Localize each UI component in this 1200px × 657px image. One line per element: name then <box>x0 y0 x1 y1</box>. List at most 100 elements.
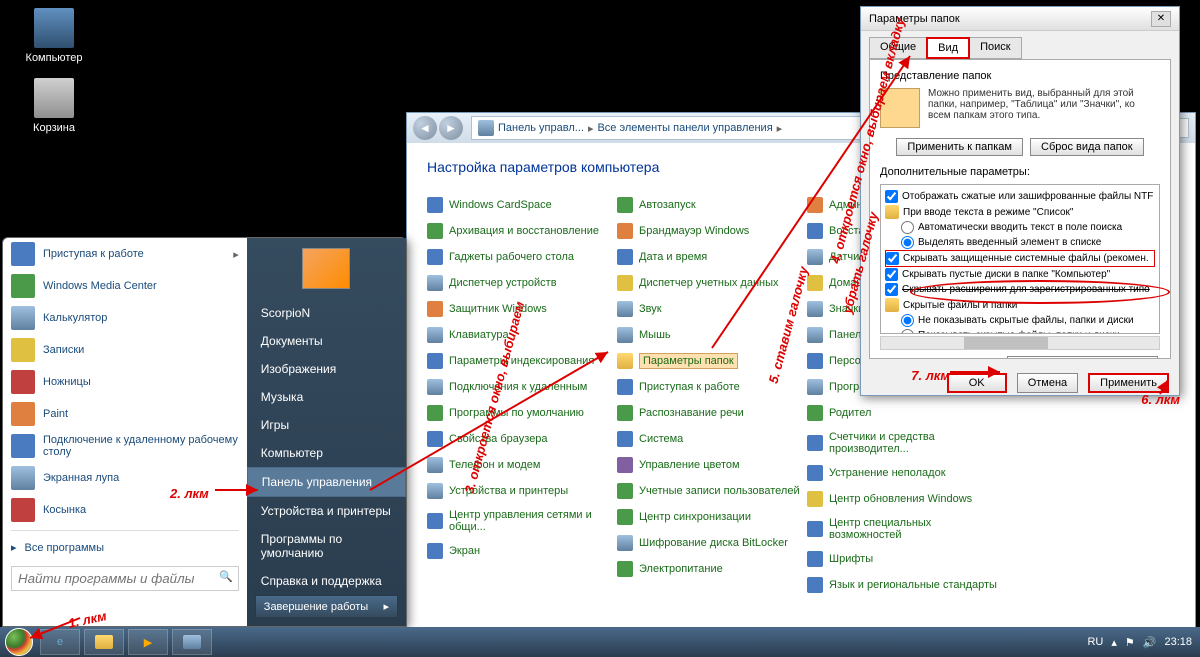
cp-item[interactable]: Телефон и модем <box>427 455 617 475</box>
tree-item[interactable]: При вводе текста в режиме "Список" <box>885 204 1155 220</box>
cp-item[interactable]: Система <box>617 429 807 449</box>
cp-item[interactable]: Клавиатура <box>427 325 617 345</box>
cp-item[interactable]: Центр управления сетями и общи... <box>427 507 617 535</box>
radio[interactable] <box>901 236 914 249</box>
apply-button[interactable]: Применить <box>1088 373 1169 393</box>
cp-item[interactable]: Шифрование диска BitLocker <box>617 533 807 553</box>
checkbox[interactable] <box>885 268 898 281</box>
cp-item[interactable]: Устранение неполадок <box>807 463 997 483</box>
advanced-settings-tree[interactable]: Отображать сжатые или зашифрованные файл… <box>880 184 1160 334</box>
user-avatar[interactable] <box>302 248 350 289</box>
tray-flag-icon[interactable]: ▴ <box>1111 636 1117 649</box>
cp-item[interactable]: Экран <box>427 541 617 561</box>
cp-item[interactable]: Счетчики и средства производител... <box>807 429 997 457</box>
checkbox[interactable] <box>885 283 898 296</box>
tree-item[interactable]: Не показывать скрытые файлы, папки и дис… <box>885 313 1155 328</box>
start-search-input[interactable] <box>11 566 239 591</box>
cp-item[interactable]: Центр специальных возможностей <box>807 515 997 543</box>
right-item-computer[interactable]: Компьютер <box>247 439 406 467</box>
right-item-games[interactable]: Игры <box>247 411 406 439</box>
right-item-documents[interactable]: Документы <box>247 327 406 355</box>
start-item-solitaire[interactable]: Косынка <box>3 494 247 526</box>
all-programs-button[interactable]: ▸Все программы <box>3 535 247 560</box>
tree-item[interactable]: Скрывать пустые диски в папке "Компьютер… <box>885 267 1155 282</box>
tray-action-center-icon[interactable]: ⚑ <box>1125 636 1135 649</box>
right-item-pictures[interactable]: Изображения <box>247 355 406 383</box>
cp-item[interactable]: Управление цветом <box>617 455 807 475</box>
taskbar-media[interactable]: ▶ <box>128 629 168 655</box>
cp-item[interactable]: Программы по умолчанию <box>427 403 617 423</box>
tree-item-hide-protected[interactable]: Скрывать защищенные системные файлы (рек… <box>885 250 1155 267</box>
start-item-calculator[interactable]: Калькулятор <box>3 302 247 334</box>
right-item-default-programs[interactable]: Программы по умолчанию <box>247 525 406 567</box>
tab-view[interactable]: Вид <box>926 37 970 59</box>
dialog-titlebar[interactable]: Параметры папок ✕ <box>861 7 1179 31</box>
tree-item-show-hidden[interactable]: Показывать скрытые файлы, папки и диски <box>885 328 1155 334</box>
taskbar-app[interactable] <box>172 629 212 655</box>
tab-general[interactable]: Общие <box>869 37 927 59</box>
right-item-control-panel[interactable]: Панель управления <box>247 467 406 497</box>
nav-forward-button[interactable]: ► <box>439 116 463 140</box>
tree-item[interactable]: Автоматически вводить текст в поле поиск… <box>885 220 1155 235</box>
cp-item[interactable]: Windows CardSpace <box>427 195 617 215</box>
start-item-notes[interactable]: Записки <box>3 334 247 366</box>
start-item-rdp[interactable]: Подключение к удаленному рабочему столу <box>3 430 247 462</box>
right-item-help[interactable]: Справка и поддержка <box>247 567 406 595</box>
nav-back-button[interactable]: ◄ <box>413 116 437 140</box>
cp-item[interactable]: Учетные записи пользователей <box>617 481 807 501</box>
radio[interactable] <box>901 221 914 234</box>
cp-item[interactable]: Дата и время <box>617 247 807 267</box>
shutdown-button[interactable]: Завершение работы▸ <box>255 595 398 618</box>
reset-folders-button[interactable]: Сброс вида папок <box>1030 138 1144 156</box>
apply-to-folders-button[interactable]: Применить к папкам <box>896 138 1023 156</box>
cp-item[interactable]: Звук <box>617 299 807 319</box>
language-indicator[interactable]: RU <box>1087 636 1103 648</box>
cp-item[interactable]: Распознавание речи <box>617 403 807 423</box>
taskbar-explorer[interactable] <box>84 629 124 655</box>
start-button[interactable] <box>0 627 38 657</box>
cp-item[interactable]: Центр синхронизации <box>617 507 807 527</box>
cp-item[interactable]: Устройства и принтеры <box>427 481 617 501</box>
radio[interactable] <box>901 314 914 327</box>
taskbar-ie[interactable]: e <box>40 629 80 655</box>
start-item-getting-started[interactable]: Приступая к работе▸ <box>3 238 247 270</box>
radio[interactable] <box>901 329 914 334</box>
cp-item[interactable]: Подключения к удаленным <box>427 377 617 397</box>
tree-item[interactable]: Скрывать расширения для зарегистрированн… <box>885 282 1155 297</box>
cp-item[interactable]: Параметры индексирования <box>427 351 617 371</box>
start-item-media-center[interactable]: Windows Media Center <box>3 270 247 302</box>
user-name[interactable]: ScorpioN <box>247 299 406 327</box>
cp-item[interactable]: Гаджеты рабочего стола <box>427 247 617 267</box>
cp-item[interactable]: Автозапуск <box>617 195 807 215</box>
start-item-paint[interactable]: Paint <box>3 398 247 430</box>
cp-item[interactable]: Диспетчер устройств <box>427 273 617 293</box>
cp-item[interactable]: Язык и региональные стандарты <box>807 575 997 595</box>
cp-item[interactable]: Электропитание <box>617 559 807 579</box>
cp-item[interactable]: Диспетчер учетных данных <box>617 273 807 293</box>
restore-defaults-button[interactable]: Восстановить умолчания <box>1007 356 1158 359</box>
cp-item-folder-options[interactable]: Параметры папок <box>617 351 807 371</box>
cp-item[interactable]: Родител <box>807 403 997 423</box>
cp-item[interactable]: Свойства браузера <box>427 429 617 449</box>
cp-item[interactable]: Архивация и восстановление <box>427 221 617 241</box>
right-item-music[interactable]: Музыка <box>247 383 406 411</box>
cp-item[interactable]: Центр обновления Windows <box>807 489 997 509</box>
desktop-icon-trash[interactable]: Корзина <box>24 78 84 134</box>
tray-volume-icon[interactable]: 🔊 <box>1143 636 1157 649</box>
start-item-snipping[interactable]: Ножницы <box>3 366 247 398</box>
tray-clock[interactable]: 23:18 <box>1164 636 1192 648</box>
close-button[interactable]: ✕ <box>1151 11 1171 27</box>
tree-item[interactable]: Скрытые файлы и папки <box>885 297 1155 313</box>
ok-button[interactable]: OK <box>947 373 1007 393</box>
tab-search[interactable]: Поиск <box>969 37 1021 59</box>
start-item-magnifier[interactable]: Экранная лупа <box>3 462 247 494</box>
desktop-icon-computer[interactable]: Компьютер <box>24 8 84 64</box>
checkbox[interactable] <box>885 190 898 203</box>
cp-item[interactable]: Защитник Windows <box>427 299 617 319</box>
cp-item[interactable]: Брандмауэр Windows <box>617 221 807 241</box>
right-item-devices[interactable]: Устройства и принтеры <box>247 497 406 525</box>
cp-item[interactable]: Приступая к работе <box>617 377 807 397</box>
checkbox[interactable] <box>886 252 899 265</box>
tree-item[interactable]: Отображать сжатые или зашифрованные файл… <box>885 189 1155 204</box>
cp-item[interactable]: Мышь <box>617 325 807 345</box>
